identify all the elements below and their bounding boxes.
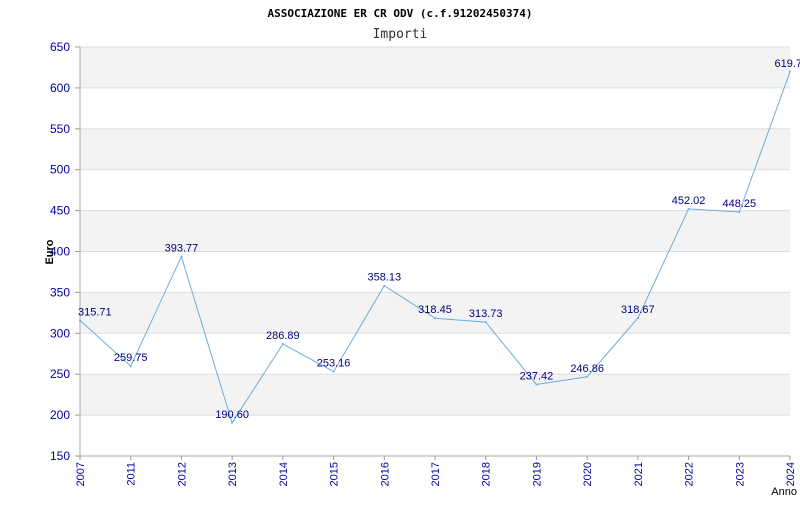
line-chart: 150200250300350400450500550600650 2007 20…	[44, 7, 800, 498]
data-label: 318.45	[418, 304, 452, 316]
data-label: 246.86	[570, 363, 604, 375]
data-point	[636, 317, 639, 320]
y-tick-label: 350	[50, 285, 70, 299]
x-tick-label: 2014	[278, 462, 290, 486]
data-point	[687, 207, 690, 210]
x-tick-label: 2024	[785, 462, 797, 486]
x-tick-label: 2017	[430, 462, 442, 486]
x-tick-label: 2016	[379, 462, 391, 486]
data-point	[180, 255, 183, 258]
x-tick-label: 2015	[329, 462, 341, 486]
data-label: 315.71	[78, 306, 112, 318]
plot-band	[80, 415, 790, 456]
y-tick-label: 550	[50, 122, 70, 136]
data-label: 318.67	[621, 304, 655, 316]
data-label: 448.25	[722, 198, 756, 210]
x-tick-label: 2011	[126, 462, 138, 486]
data-point	[79, 319, 81, 322]
data-point	[129, 365, 132, 368]
data-label: 253.16	[317, 358, 351, 370]
data-label: 313.73	[469, 308, 503, 320]
data-label: 619.7	[774, 58, 800, 70]
data-point	[281, 343, 284, 346]
data-label: 393.77	[165, 243, 199, 255]
data-point	[484, 321, 487, 324]
x-tick-label: 2007	[75, 462, 87, 486]
x-tick-label: 2023	[734, 462, 746, 486]
x-tick-label: 2013	[227, 462, 239, 486]
x-tick-label: 2019	[531, 462, 543, 486]
x-tick-labels: 2007 2011 2012 2013 2014 2015 2016 2017 2018 2019…	[75, 462, 797, 486]
y-tick-label: 600	[50, 81, 70, 95]
data-label: 190.60	[215, 409, 249, 421]
data-label: 286.89	[266, 330, 300, 342]
plot-band	[80, 374, 790, 416]
x-tick-label: 2018	[481, 462, 493, 486]
data-point	[535, 383, 538, 386]
y-axis-label: Euro	[44, 239, 56, 264]
plot-band	[80, 47, 790, 88]
x-axis-label: Anno	[771, 486, 797, 498]
x-tick-label: 2021	[633, 462, 645, 486]
plot-band	[80, 333, 790, 375]
data-point	[434, 317, 436, 320]
data-point	[231, 421, 234, 424]
y-tick-label: 300	[50, 326, 70, 340]
data-label: 259.75	[114, 352, 148, 364]
data-point	[383, 284, 386, 287]
plot-band	[80, 87, 790, 129]
x-tick-label: 2020	[582, 462, 594, 486]
y-tick-label: 200	[50, 408, 70, 422]
y-tick-label: 650	[50, 40, 70, 54]
data-label: 452.02	[672, 195, 706, 207]
chart-title: ASSOCIAZIONE ER CR ODV (c.f.91202450374)	[268, 7, 533, 20]
data-label: 237.42	[520, 370, 554, 382]
data-label: 358.13	[367, 272, 401, 284]
y-tick-label: 450	[50, 204, 70, 218]
chart: 150 200 250 300 350 400 450 500 550 600 650 2007 20…	[0, 0, 800, 500]
y-tick-label: 250	[50, 367, 70, 381]
data-point	[586, 375, 589, 378]
y-tick-label: 500	[50, 163, 70, 177]
data-point	[738, 211, 741, 214]
chart-subtitle: Importi	[373, 27, 428, 42]
x-tick-label: 2012	[176, 462, 188, 486]
y-tick-label: 150	[50, 449, 70, 463]
data-point	[332, 370, 335, 373]
plot-band	[80, 128, 790, 170]
data-point	[789, 70, 791, 73]
x-tick-label: 2022	[684, 462, 696, 486]
